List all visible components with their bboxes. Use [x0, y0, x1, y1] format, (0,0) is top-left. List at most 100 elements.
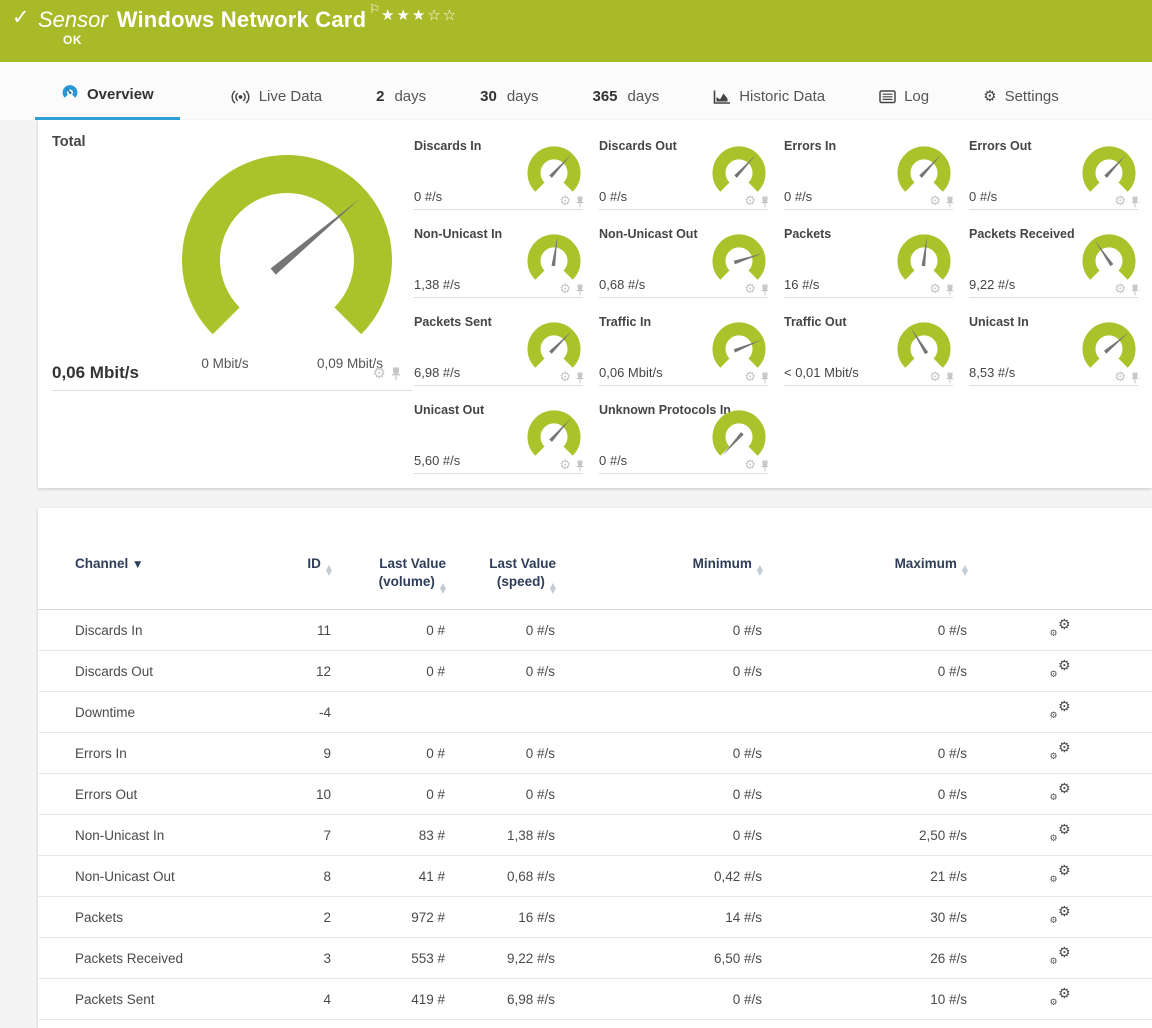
- gear-icon[interactable]: ⚙: [1114, 371, 1126, 384]
- channel-last-value-speed: 0 #/s: [446, 651, 556, 692]
- mini-gauge: [895, 234, 953, 288]
- channel-name: Discards Out: [38, 651, 258, 692]
- gauge-icon: [61, 84, 79, 105]
- pin-icon[interactable]: [760, 460, 770, 472]
- gear-icon[interactable]: ⚙: [744, 195, 756, 208]
- channel-id: -4: [258, 692, 332, 733]
- channel-id: 9: [258, 733, 332, 774]
- channel-table-row[interactable]: Non-Unicast Out 8 41 # 0,68 #/s 0,42 #/s…: [38, 856, 1152, 897]
- divider: [52, 390, 412, 391]
- mini-gauge: [895, 146, 953, 200]
- pin-icon[interactable]: [1130, 196, 1140, 208]
- pin-icon[interactable]: [760, 372, 770, 384]
- pin-icon[interactable]: [945, 196, 955, 208]
- column-header-minimum[interactable]: Minimum▲▼: [556, 544, 763, 610]
- status-badge: OK: [63, 33, 82, 47]
- pin-icon[interactable]: [575, 284, 585, 296]
- channel-table-row[interactable]: Non-Unicast In 7 83 # 1,38 #/s 0 #/s 2,5…: [38, 815, 1152, 856]
- tab-30-days[interactable]: 30days: [476, 88, 542, 120]
- column-header-channel[interactable]: Channel▼: [38, 544, 258, 610]
- channel-table-row[interactable]: Discards In 11 0 # 0 #/s 0 #/s 0 #/s ⚙⚙: [38, 610, 1152, 651]
- channel-settings-gears-icon[interactable]: ⚙⚙: [1050, 866, 1071, 883]
- channel-settings-gears-icon[interactable]: ⚙⚙: [1050, 784, 1071, 801]
- pin-icon[interactable]: [945, 284, 955, 296]
- gear-icon[interactable]: ⚙: [744, 283, 756, 296]
- pin-icon[interactable]: [1130, 372, 1140, 384]
- sort-arrows-icon: ▲▼: [550, 583, 556, 593]
- tab-365-days[interactable]: 365days: [589, 88, 664, 120]
- mini-gauge-value: 5,60 #/s: [414, 453, 460, 468]
- priority-flag-icon[interactable]: ⚐: [369, 2, 380, 16]
- channel-settings-gears-icon[interactable]: ⚙⚙: [1050, 661, 1071, 678]
- pin-icon[interactable]: [1130, 284, 1140, 296]
- channel-settings-gears-icon[interactable]: ⚙⚙: [1050, 907, 1071, 924]
- pin-icon[interactable]: [760, 196, 770, 208]
- channel-settings-gears-icon[interactable]: ⚙⚙: [1050, 702, 1071, 719]
- gear-icon[interactable]: ⚙: [559, 283, 571, 296]
- tab-overview[interactable]: Overview: [35, 84, 180, 120]
- channel-table-row[interactable]: Errors Out 10 0 # 0 #/s 0 #/s 0 #/s ⚙⚙: [38, 774, 1152, 815]
- tab-log[interactable]: Log: [875, 88, 933, 120]
- channel-settings-gears-icon[interactable]: ⚙⚙: [1050, 825, 1071, 842]
- mini-gauge-label: Unicast In: [969, 315, 1029, 329]
- pin-icon[interactable]: [945, 372, 955, 384]
- mini-gauge-grid: Discards In 0 #/s ⚙ Discards Out 0 #/s ⚙: [412, 120, 1152, 488]
- column-header-last-value-speed[interactable]: Last Value (speed)▲▼: [446, 544, 556, 610]
- sort-caret-icon: ▼: [134, 560, 141, 570]
- channel-settings-gears-icon[interactable]: ⚙⚙: [1050, 743, 1071, 760]
- sort-arrows-icon: ▲▼: [440, 583, 446, 593]
- broadcast-icon: [230, 89, 251, 105]
- gear-icon[interactable]: ⚙: [1114, 195, 1126, 208]
- pin-icon[interactable]: [575, 196, 585, 208]
- gear-icon[interactable]: ⚙: [559, 195, 571, 208]
- sort-arrows-icon: ▲▼: [326, 565, 332, 575]
- object-kind-label: Sensor: [38, 7, 108, 32]
- tab-historic-data[interactable]: Historic Data: [709, 88, 829, 120]
- channel-settings-gears-icon[interactable]: ⚙⚙: [1050, 620, 1071, 637]
- gear-icon[interactable]: ⚙: [929, 283, 941, 296]
- channel-maximum: 0 #/s: [763, 774, 968, 815]
- channel-table-row[interactable]: Discards Out 12 0 # 0 #/s 0 #/s 0 #/s ⚙⚙: [38, 651, 1152, 692]
- channel-maximum: 0 #/s: [763, 610, 968, 651]
- channel-settings-gears-icon[interactable]: ⚙⚙: [1050, 948, 1071, 965]
- gear-icon[interactable]: ⚙: [929, 195, 941, 208]
- channel-last-value-volume: 0 #: [332, 651, 446, 692]
- status-check-icon: ✓: [12, 5, 30, 29]
- gear-icon[interactable]: ⚙: [559, 459, 571, 472]
- channel-last-value-speed: [446, 692, 556, 733]
- mini-gauge-value: 1,38 #/s: [414, 277, 460, 292]
- channel-settings-gears-icon[interactable]: ⚙⚙: [1050, 989, 1071, 1006]
- gear-icon[interactable]: ⚙: [559, 371, 571, 384]
- priority-stars[interactable]: ★★★☆☆: [381, 6, 458, 24]
- column-header-id[interactable]: ID▲▼: [258, 544, 332, 610]
- channel-last-value-volume: 553 #: [332, 938, 446, 979]
- column-header-maximum[interactable]: Maximum▲▼: [763, 544, 968, 610]
- channel-table-row[interactable]: Packets Received 3 553 # 9,22 #/s 6,50 #…: [38, 938, 1152, 979]
- gear-icon[interactable]: ⚙: [744, 459, 756, 472]
- total-gauge: [177, 155, 397, 370]
- tab-bar: Overview Live Data 2days 30days 365days …: [0, 62, 1152, 120]
- channel-table-row[interactable]: Packets 2 972 # 16 #/s 14 #/s 30 #/s ⚙⚙: [38, 897, 1152, 938]
- mini-gauge: [895, 322, 953, 376]
- gear-icon[interactable]: ⚙: [744, 371, 756, 384]
- tab-settings[interactable]: ⚙ Settings: [979, 87, 1063, 120]
- column-header-last-value-volume[interactable]: Last Value (volume)▲▼: [332, 544, 446, 610]
- channel-table-row[interactable]: Packets Sent 4 419 # 6,98 #/s 0 #/s 10 #…: [38, 979, 1152, 1020]
- channel-maximum: 2,50 #/s: [763, 815, 968, 856]
- channel-table-row[interactable]: Errors In 9 0 # 0 #/s 0 #/s 0 #/s ⚙⚙: [38, 733, 1152, 774]
- mini-gauge-label: Unicast Out: [414, 403, 484, 417]
- gear-icon[interactable]: ⚙: [373, 366, 386, 381]
- channel-table-row[interactable]: Downtime -4 ⚙⚙: [38, 692, 1152, 733]
- gear-icon[interactable]: ⚙: [1114, 283, 1126, 296]
- pin-icon[interactable]: [390, 367, 402, 381]
- pin-icon[interactable]: [575, 460, 585, 472]
- mini-gauge-value: 6,98 #/s: [414, 365, 460, 380]
- tab-2-days[interactable]: 2days: [372, 88, 430, 120]
- mini-gauge-panel: Traffic In 0,06 Mbit/s ⚙: [597, 306, 782, 394]
- tab-live-data[interactable]: Live Data: [226, 88, 326, 120]
- gear-icon[interactable]: ⚙: [929, 371, 941, 384]
- pin-icon[interactable]: [575, 372, 585, 384]
- gauge-scale-min: 0 Mbit/s: [178, 356, 272, 371]
- channel-last-value-volume: [332, 692, 446, 733]
- pin-icon[interactable]: [760, 284, 770, 296]
